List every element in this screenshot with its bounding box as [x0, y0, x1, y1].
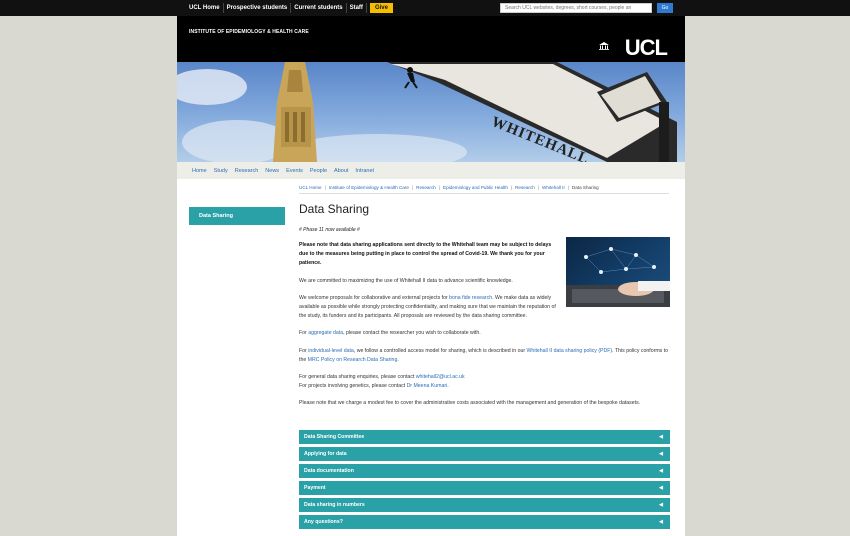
enquiries-text: For general data sharing enquiries, plea… — [299, 373, 671, 391]
breadcrumb-separator: | — [567, 185, 569, 190]
sidebar-item-data-sharing[interactable]: Data Sharing — [189, 207, 285, 225]
breadcrumb-institute[interactable]: Institute of Epidemiology & Health Care — [329, 185, 409, 190]
search-button[interactable]: Go — [657, 3, 673, 13]
nav-intranet[interactable]: Intranet — [355, 168, 374, 174]
accordion: Data Sharing Committee ◀ Applying for dat… — [299, 430, 670, 532]
phase-note: # Phase 11 now available # — [299, 227, 360, 233]
breadcrumb-separator: | — [510, 185, 513, 190]
aggregate-text: For aggregate data, please contact the r… — [299, 329, 671, 338]
caret-left-icon: ◀ — [659, 485, 663, 491]
breadcrumb-separator: | — [438, 185, 441, 190]
caret-left-icon: ◀ — [659, 468, 663, 474]
caret-left-icon: ◀ — [659, 502, 663, 508]
accordion-data-sharing-in-numbers[interactable]: Data sharing in numbers ◀ — [299, 498, 670, 512]
current-students-link[interactable]: Current students — [291, 3, 347, 13]
accordion-applying-for-data[interactable]: Applying for data ◀ — [299, 447, 670, 461]
aggregate-data-link[interactable]: aggregate data — [308, 330, 343, 336]
nav-study[interactable]: Study — [214, 168, 228, 174]
ucl-home-link[interactable]: UCL Home — [186, 3, 224, 13]
accordion-data-sharing-committee[interactable]: Data Sharing Committee ◀ — [299, 430, 670, 444]
enquiries-text-pre: For general data sharing enquiries, plea… — [299, 374, 416, 381]
whitehall-banner-illustration — [177, 62, 677, 162]
data-sharing-policy-link[interactable]: Whitehall II data sharing policy (PDF) — [527, 348, 613, 354]
genetics-text-post: . — [447, 383, 449, 390]
global-top-bar: UCL Home Prospective students Current st… — [0, 0, 850, 16]
accordion-label: Data Sharing Committee — [304, 434, 365, 440]
accordion-label: Applying for data — [304, 451, 347, 457]
bona-fide-research-link[interactable]: bona fide research — [449, 295, 492, 301]
breadcrumb-research[interactable]: Research — [416, 185, 436, 190]
accordion-label: Data sharing in numbers — [304, 502, 365, 508]
accordion-data-documentation[interactable]: Data documentation ◀ — [299, 464, 670, 478]
search-input[interactable] — [500, 3, 652, 13]
accordion-any-questions[interactable]: Any questions? ◀ — [299, 515, 670, 529]
network-people-image — [566, 247, 670, 307]
nav-home[interactable]: Home — [192, 168, 207, 174]
department-name[interactable]: INSTITUTE OF EPIDEMIOLOGY & HEALTH CARE — [189, 29, 309, 35]
accordion-label: Data documentation — [304, 468, 354, 474]
aggregate-text-pre: For — [299, 330, 309, 337]
nav-news[interactable]: News — [265, 168, 279, 174]
meena-kumari-link[interactable]: Dr Meena Kumari — [407, 383, 448, 389]
accordion-label: Any questions? — [304, 519, 343, 525]
brand-bar: INSTITUTE OF EPIDEMIOLOGY & HEALTH CARE … — [177, 16, 685, 62]
welcome-text: We welcome proposals for collaborative a… — [299, 294, 559, 322]
individual-level-text: For individual-level data, we follow a c… — [299, 347, 671, 365]
individual-text-pre: For — [299, 347, 309, 354]
breadcrumb-separator: | — [411, 185, 414, 190]
individual-level-data-link[interactable]: individual-level data — [308, 348, 354, 354]
breadcrumb-current: Data Sharing — [571, 185, 599, 190]
genetics-text-pre: For projects involving genetics, please … — [299, 383, 407, 390]
breadcrumb-separator: | — [324, 185, 326, 190]
main-nav: Home Study Research News Events People A… — [177, 162, 685, 179]
individual-text-mid: , we follow a controlled access model fo… — [353, 347, 527, 354]
breadcrumb-epidemiology[interactable]: Epidemiology and Public Health — [443, 185, 508, 190]
mrc-policy-link[interactable]: MRC Policy on Research Data Sharing — [308, 357, 398, 363]
individual-text-post: . — [397, 356, 399, 363]
whitehall-email-link[interactable]: whitehall2@ucl.ac.uk — [416, 374, 465, 380]
caret-left-icon: ◀ — [659, 519, 663, 525]
banner-image: WHITEHALL — [177, 62, 685, 162]
breadcrumb: UCL Home | Institute of Epidemiology & He… — [299, 185, 669, 194]
data-sharing-photo — [566, 237, 670, 307]
accordion-payment[interactable]: Payment ◀ — [299, 481, 670, 495]
covid-note: Please note that data sharing applicatio… — [299, 242, 552, 267]
nav-people[interactable]: People — [310, 168, 327, 174]
global-nav: UCL Home Prospective students Current st… — [186, 3, 393, 13]
accordion-label: Payment — [304, 485, 326, 491]
caret-left-icon: ◀ — [659, 451, 663, 457]
give-link[interactable]: Give — [369, 3, 393, 13]
nav-research[interactable]: Research — [235, 168, 259, 174]
welcome-text-pre: We welcome proposals for collaborative a… — [299, 294, 450, 301]
nav-events[interactable]: Events — [286, 168, 303, 174]
breadcrumb-whitehall[interactable]: Whitehall II — [542, 185, 565, 190]
breadcrumb-ucl-home[interactable]: UCL Home — [299, 185, 322, 190]
page-title: Data Sharing — [299, 202, 370, 216]
staff-link[interactable]: Staff — [347, 3, 367, 13]
ucl-portico-icon — [599, 42, 609, 50]
aggregate-text-post: , please contact the researcher you wish… — [343, 330, 481, 337]
ucl-logo[interactable]: UCL — [625, 37, 668, 59]
breadcrumb-research-2[interactable]: Research — [515, 185, 535, 190]
prospective-students-link[interactable]: Prospective students — [224, 3, 292, 13]
nav-about[interactable]: About — [334, 168, 348, 174]
site-container: INSTITUTE OF EPIDEMIOLOGY & HEALTH CARE … — [177, 16, 685, 536]
breadcrumb-separator: | — [537, 185, 539, 190]
fee-text: Please note that we charge a modest fee … — [299, 400, 641, 407]
caret-left-icon: ◀ — [659, 434, 663, 440]
